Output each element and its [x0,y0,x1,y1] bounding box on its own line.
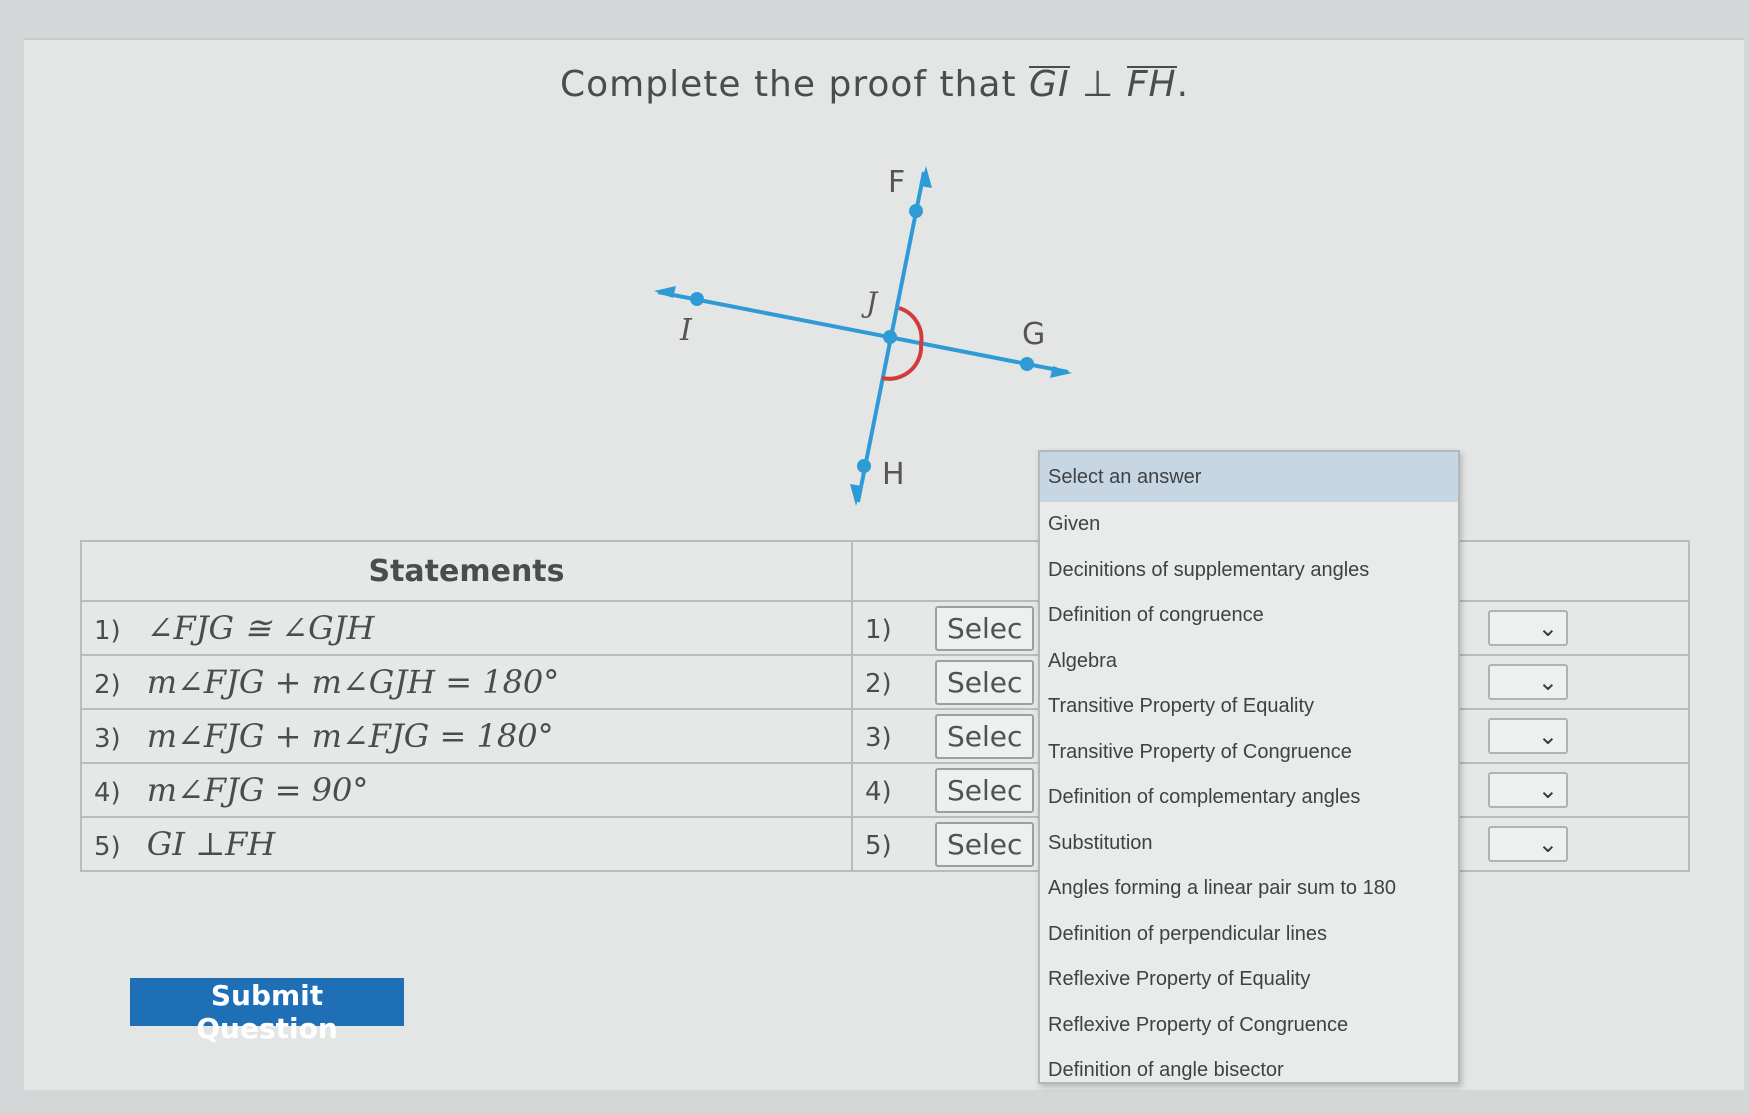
row-number: 5) [94,832,121,862]
label-h: H [882,457,905,492]
chevron-down-icon[interactable]: ⌄ [1488,826,1568,862]
statement-cell: 5) GI ⊥FH [80,816,853,872]
dropdown-option[interactable]: Angles forming a linear pair sum to 180 [1040,866,1458,912]
reason-number: 2) [865,668,892,699]
statement-cell: 4) m∠FJG = 90° [80,762,853,818]
label-i: I [679,313,693,348]
reason-number: 3) [865,722,892,753]
reason-number: 5) [865,830,892,861]
label-g: G [1022,317,1045,352]
reason-select-4[interactable]: Selec [935,767,1035,813]
row-number: 4) [94,778,121,808]
dropdown-option[interactable]: Definition of congruence [1040,593,1458,639]
dropdown-option[interactable]: Algebra [1040,639,1458,685]
reason-number: 1) [865,614,892,645]
reason-select-2[interactable]: Selec [935,659,1035,705]
statement-text: m∠FJG + m∠GJH = 180° [146,663,560,701]
dropdown-option[interactable]: Reflexive Property of Congruence [1040,1003,1458,1049]
row-number: 2) [94,670,121,700]
point-g [1020,357,1034,371]
point-i [690,292,704,306]
statement-text: m∠FJG + m∠FJG = 180° [146,717,554,755]
submit-question-button[interactable]: Submit Question [130,978,404,1045]
point-j [883,330,897,344]
statement-text: m∠FJG = 90° [146,771,369,809]
chevron-down-icon[interactable]: ⌄ [1488,772,1568,808]
chevron-down-icon[interactable]: ⌄ [1488,610,1568,646]
reason-select-3[interactable]: Selec [935,713,1035,759]
statement-cell: 2) m∠FJG + m∠GJH = 180° [80,654,853,710]
dropdown-option[interactable]: Substitution [1040,821,1458,867]
label-f: F [888,165,905,200]
reason-select-1[interactable]: Selec [935,605,1035,651]
label-j: J [861,286,879,319]
point-h [857,459,871,473]
row-number: 1) [94,616,121,646]
reason-number: 4) [865,776,892,807]
dropdown-option[interactable]: Given [1040,502,1458,548]
dropdown-option[interactable]: Transitive Property of Equality [1040,684,1458,730]
statement-cell: 1) ∠FJG ≅ ∠GJH [80,600,853,656]
row-number: 3) [94,724,121,754]
dropdown-option[interactable]: Definition of angle bisector [1040,1048,1458,1094]
dropdown-option[interactable]: Definition of perpendicular lines [1040,912,1458,958]
chevron-down-icon[interactable]: ⌄ [1488,718,1568,754]
arrow-g-icon [1050,366,1072,378]
dropdown-option[interactable]: Reflexive Property of Equality [1040,957,1458,1003]
dropdown-option[interactable]: Transitive Property of Congruence [1040,730,1458,776]
line-ig [657,290,1069,374]
statement-cell: 3) m∠FJG + m∠FJG = 180° [80,708,853,764]
dropdown-option[interactable]: Decinitions of supplementary angles [1040,548,1458,594]
reason-dropdown-menu: Select an answer Given Decinitions of su… [1038,450,1460,1084]
dropdown-option[interactable]: Definition of complementary angles [1040,775,1458,821]
chevron-down-icon[interactable]: ⌄ [1488,664,1568,700]
arrow-i-icon [654,286,676,298]
dropdown-option-placeholder[interactable]: Select an answer [1040,452,1458,502]
reason-select-5[interactable]: Selec [935,821,1035,867]
statements-header: Statements [80,540,853,602]
statement-text: GI ⊥FH [146,825,276,863]
statement-text: ∠FJG ≅ ∠GJH [146,609,375,647]
point-f [909,204,923,218]
